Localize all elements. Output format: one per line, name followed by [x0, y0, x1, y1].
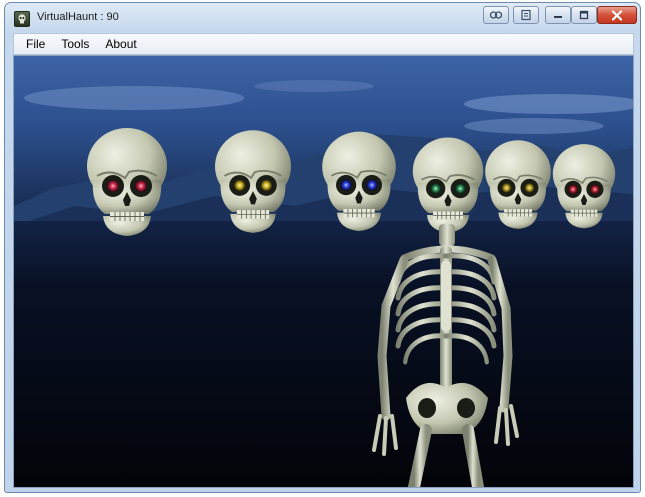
- minimize-button[interactable]: [545, 6, 571, 24]
- title-bar[interactable]: VirtualHaunt : 90: [5, 3, 640, 33]
- skull-app-icon[interactable]: [14, 11, 30, 27]
- extra-button-2[interactable]: [513, 6, 539, 24]
- menu-file[interactable]: File: [14, 34, 53, 54]
- extra-button-2-icon: [521, 9, 531, 21]
- close-button[interactable]: [597, 6, 637, 24]
- maximize-button[interactable]: [571, 6, 597, 24]
- menu-about[interactable]: About: [97, 34, 144, 54]
- close-icon: [611, 9, 623, 21]
- extra-button-1[interactable]: [483, 6, 509, 24]
- haunt-scene: [14, 56, 633, 487]
- menu-bar: File Tools About: [13, 33, 634, 55]
- extra-button-1-icon: [489, 11, 503, 19]
- window-title: VirtualHaunt : 90: [37, 11, 119, 23]
- app-window: VirtualHaunt : 90 File Tools About: [4, 2, 641, 493]
- maximize-icon: [579, 10, 589, 20]
- minimize-icon: [554, 16, 562, 18]
- menu-tools[interactable]: Tools: [53, 34, 97, 54]
- dark-ground: [14, 221, 633, 487]
- 3d-viewport[interactable]: [13, 55, 634, 488]
